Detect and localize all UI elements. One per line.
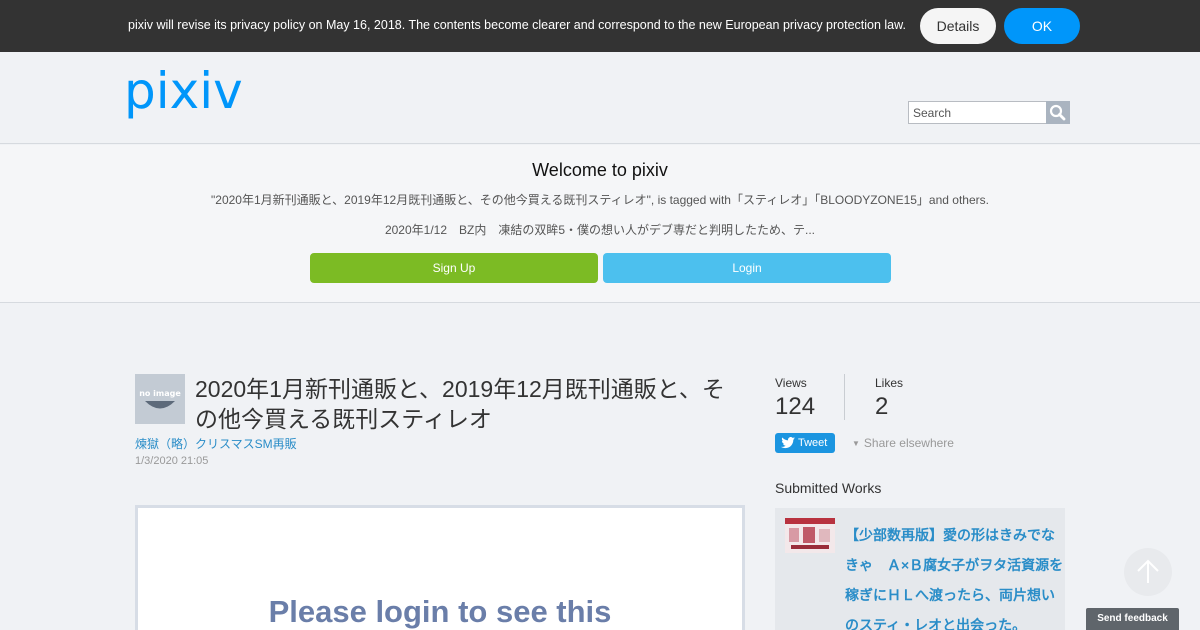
twitter-bird-icon	[781, 437, 795, 449]
privacy-banner: pixiv will revise its privacy policy on …	[0, 0, 1200, 52]
signup-button[interactable]: Sign Up	[310, 253, 598, 283]
likes-label: Likes	[875, 376, 904, 390]
stats-divider	[844, 374, 845, 420]
likes-count: 2	[875, 393, 889, 420]
logo-text: pixiv	[124, 68, 243, 120]
caret-down-icon: ▼	[852, 439, 860, 448]
work-caption-preview: 2020年1/12 BZ内 凍結の双眸5・僕の想い人がデブ専だと判明したため、テ…	[384, 223, 816, 237]
tweet-button[interactable]: Tweet	[775, 433, 835, 453]
details-button[interactable]: Details	[920, 8, 996, 44]
welcome-title: Welcome to pixiv	[532, 160, 668, 180]
ok-button[interactable]: OK	[1004, 8, 1080, 44]
search-button[interactable]	[1046, 101, 1070, 124]
login-prompt: Please login to see this	[268, 594, 612, 629]
login-required-panel: Please login to see this	[135, 505, 745, 630]
send-feedback-button[interactable]: Send feedback	[1086, 608, 1179, 630]
privacy-banner-message: pixiv will revise its privacy policy on …	[128, 18, 906, 32]
author-link[interactable]: 煉獄（略）クリスマスSM再販	[135, 435, 297, 452]
work-title: 2020年1月新刊通販と、2019年12月既刊通販と、その他今買える既刊スティレ…	[195, 376, 725, 432]
submitted-work-title[interactable]: 【少部数再版】愛の形はきみでなきゃ Ａ×Ｂ腐女子がヲタ活資源を稼ぎにＨＬへ渡った…	[845, 520, 1065, 630]
submitted-works-heading: Submitted Works	[775, 480, 882, 496]
upload-date: 1/3/2020 21:05	[135, 455, 209, 467]
avatar[interactable]: no image	[135, 374, 185, 424]
welcome-section: Welcome to pixiv "2020年1月新刊通販と、2019年12月既…	[0, 145, 1200, 303]
scroll-to-top-button[interactable]	[1124, 548, 1172, 596]
share-elsewhere-label: Share elsewhere	[863, 436, 954, 450]
share-elsewhere-toggle[interactable]: ▼ Share elsewhere	[852, 436, 954, 450]
views-count: 124	[775, 393, 816, 420]
search-input[interactable]	[908, 101, 1048, 124]
tweet-label: Tweet	[798, 437, 828, 449]
submitted-work-card[interactable]: 【少部数再版】愛の形はきみでなきゃ Ａ×Ｂ腐女子がヲタ活資源を稼ぎにＨＬへ渡った…	[775, 508, 1065, 630]
arrow-up-icon	[1137, 559, 1159, 583]
pixiv-logo[interactable]: pixiv	[124, 62, 252, 128]
login-button[interactable]: Login	[603, 253, 891, 283]
welcome-description: "2020年1月新刊通販と、2019年12月既刊通販と、その他今買える既刊スティ…	[211, 193, 989, 207]
submitted-work-thumbnail[interactable]	[785, 518, 835, 553]
avatar-placeholder-text: no image	[139, 389, 181, 398]
views-label: Views	[775, 376, 807, 390]
site-header: pixiv	[0, 52, 1200, 144]
search-icon	[1049, 104, 1066, 121]
